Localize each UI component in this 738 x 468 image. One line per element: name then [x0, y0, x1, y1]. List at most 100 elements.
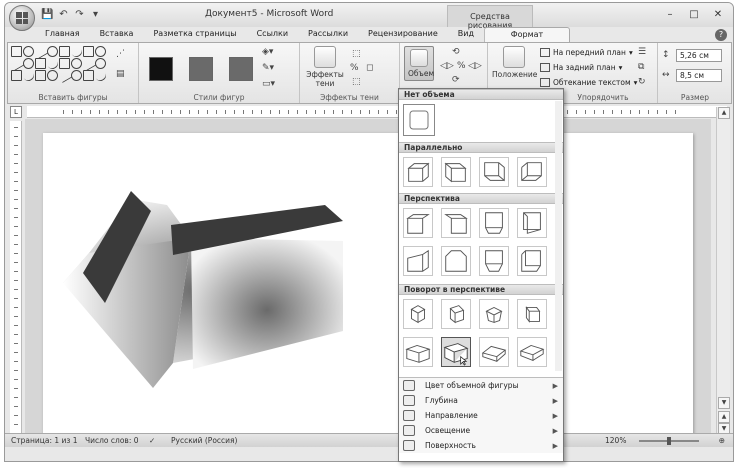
bring-front-button[interactable]: На передний план ▾ [540, 48, 633, 57]
direction-icon [403, 410, 415, 421]
3d-arrow-shape[interactable] [43, 133, 693, 434]
shape-height-input[interactable]: 5,26 см [676, 49, 722, 62]
rotate-icon[interactable]: ↻ [638, 77, 646, 87]
tilt-down-icon[interactable]: ⟳ [452, 75, 460, 85]
textbox-icon[interactable]: ▤ [116, 69, 125, 79]
align-icon[interactable]: ☰ [638, 47, 646, 57]
menu-volume-color[interactable]: Цвет объемной фигуры ▶ [399, 378, 563, 393]
group-shape-styles-label: Стили фигур [193, 93, 245, 102]
perspective-cube-1[interactable] [403, 208, 433, 238]
gallery-scrollbar[interactable] [555, 101, 562, 371]
perspective-cube-3[interactable] [479, 208, 509, 238]
tab-format[interactable]: Формат [483, 27, 570, 42]
no-volume-row [399, 100, 563, 142]
perspective-cube-8[interactable] [517, 246, 547, 276]
volume-gallery-dropdown: Нет объема Параллельно Перспектива Повор… [398, 88, 564, 462]
height-icon: ↕ [662, 50, 670, 60]
group-size: ↕ 5,26 см ↔ 8,5 см Размер [658, 43, 732, 103]
rotation-cube-6-selected[interactable] [441, 337, 471, 367]
volume-button[interactable]: Объем [404, 46, 434, 81]
office-button[interactable] [9, 5, 35, 31]
style-swatch-1[interactable] [149, 57, 173, 81]
zoom-in-icon[interactable]: ⊕ [719, 436, 725, 445]
no-volume-option[interactable] [403, 104, 435, 136]
document-page[interactable] [43, 133, 693, 434]
rotation-cube-8[interactable] [517, 337, 547, 367]
tilt-left-icon[interactable]: ◁▷ [440, 61, 454, 71]
send-back-button[interactable]: На задний план ▾ [540, 63, 622, 72]
shadow-nudge-up-icon[interactable]: ⬚ [352, 49, 361, 59]
shadow-toggle-icon[interactable]: % [350, 63, 359, 73]
status-page[interactable]: Страница: 1 из 1 [11, 436, 78, 445]
outline-color-icon[interactable]: ✎▾ [262, 63, 274, 73]
tab-selector[interactable]: L [10, 106, 22, 118]
prev-page-icon[interactable]: ▲ [718, 411, 730, 423]
status-words[interactable]: Число слов: 0 [85, 436, 139, 445]
minimize-button[interactable]: – [659, 6, 681, 22]
shadow-nudge-down-icon[interactable]: ⬚ [352, 77, 361, 87]
parallel-cube-3[interactable] [479, 157, 509, 187]
tab-insert[interactable]: Вставка [90, 27, 144, 42]
shapes-gallery[interactable] [8, 43, 109, 84]
shape-width-input[interactable]: 8,5 см [676, 69, 722, 82]
tab-mailings[interactable]: Рассылки [298, 27, 358, 42]
tilt-right-icon[interactable]: ◁▷ [468, 61, 482, 71]
shadow-nudge-right-icon[interactable]: ◻ [366, 63, 373, 73]
volume-color-icon [403, 380, 415, 391]
maximize-button[interactable]: □ [683, 6, 705, 22]
spellcheck-icon[interactable]: ✓ [149, 436, 155, 445]
redo-icon[interactable]: ↷ [73, 8, 86, 21]
change-shape-icon[interactable]: ▭▾ [262, 79, 275, 89]
perspective-cube-2[interactable] [441, 208, 471, 238]
rotation-cube-2[interactable] [441, 299, 471, 329]
menu-depth[interactable]: Глубина ▶ [399, 393, 563, 408]
status-zoom[interactable]: 120% [605, 436, 626, 445]
parallel-cube-1[interactable] [403, 157, 433, 187]
close-button[interactable]: ✕ [707, 6, 729, 22]
tab-references[interactable]: Ссылки [247, 27, 298, 42]
scroll-up-icon[interactable]: ▲ [718, 107, 730, 119]
tilt-up-icon[interactable]: ⟲ [452, 47, 460, 57]
shadow-effects-button[interactable]: Эффекты тени [306, 46, 344, 88]
rotation-cube-3[interactable] [479, 299, 509, 329]
menu-lighting[interactable]: Освещение ▶ [399, 423, 563, 438]
tab-home[interactable]: Главная [35, 27, 90, 42]
customize-qat-icon[interactable]: ▾ [89, 8, 102, 21]
rotation-cube-1[interactable] [403, 299, 433, 329]
rotation-cube-5[interactable] [403, 337, 433, 367]
tab-review[interactable]: Рецензирование [358, 27, 448, 42]
perspective-cube-7[interactable] [479, 246, 509, 276]
group-objects-icon[interactable]: ⧉ [638, 62, 644, 72]
tab-view[interactable]: Вид [448, 27, 484, 42]
scroll-down-icon[interactable]: ▼ [718, 397, 730, 409]
vertical-scrollbar[interactable]: ▲ ▼ ▲ ▼ [716, 107, 730, 435]
style-swatch-2[interactable] [189, 57, 213, 81]
perspective-cube-6[interactable] [441, 246, 471, 276]
send-back-icon [540, 63, 550, 72]
volume-button-label: Объем [408, 69, 435, 78]
position-icon [503, 46, 525, 68]
text-wrap-button[interactable]: Обтекание текстом ▾ [540, 78, 637, 87]
rotation-cube-4[interactable] [517, 299, 547, 329]
help-icon[interactable]: ? [715, 29, 727, 41]
rotation-cube-7[interactable] [479, 337, 509, 367]
menu-surface[interactable]: Поверхность ▶ [399, 438, 563, 453]
position-button[interactable]: Положение [492, 46, 537, 79]
edit-shape-icon[interactable]: ⋰ [116, 49, 125, 59]
save-icon[interactable]: 💾 [41, 8, 54, 21]
perspective-cube-5[interactable] [403, 246, 433, 276]
tab-page-layout[interactable]: Разметка страницы [143, 27, 246, 42]
parallel-cube-4[interactable] [517, 157, 547, 187]
zoom-slider[interactable] [639, 437, 699, 445]
menu-direction[interactable]: Направление ▶ [399, 408, 563, 423]
perspective-cube-4[interactable] [517, 208, 547, 238]
fill-color-icon[interactable]: ◈▾ [262, 47, 273, 57]
3d-toggle-icon[interactable]: % [457, 61, 466, 71]
style-swatch-3[interactable] [229, 57, 253, 81]
horizontal-ruler[interactable] [27, 106, 727, 118]
parallel-cube-2[interactable] [441, 157, 471, 187]
parallel-row [399, 153, 563, 193]
status-language[interactable]: Русский (Россия) [171, 436, 237, 445]
undo-icon[interactable]: ↶ [57, 8, 70, 21]
vertical-ruler[interactable] [10, 121, 22, 433]
